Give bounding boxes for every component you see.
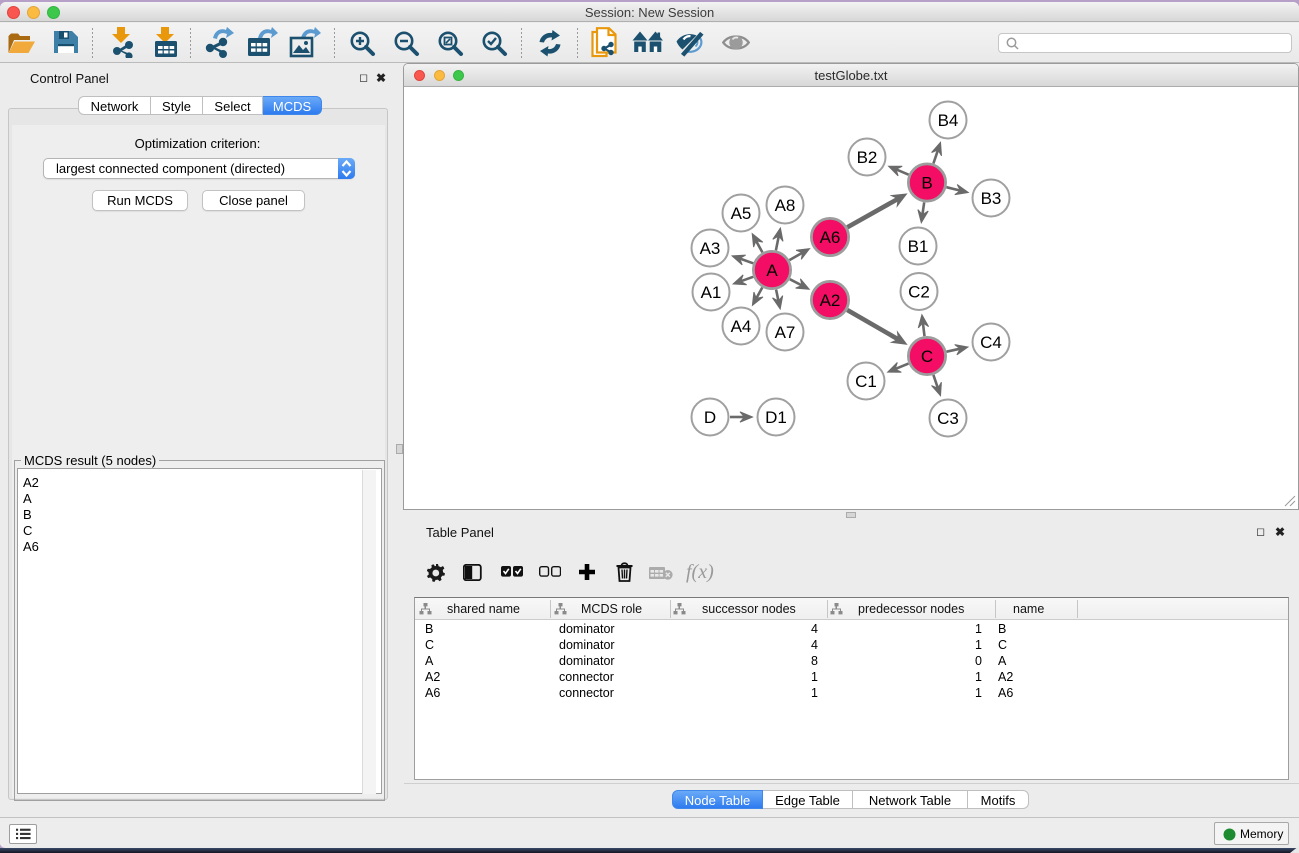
svg-text:B3: B3 [981, 189, 1002, 208]
svg-text:A7: A7 [775, 323, 796, 342]
svg-text:A2: A2 [820, 291, 841, 310]
svg-text:C4: C4 [980, 333, 1002, 352]
svg-text:C2: C2 [908, 283, 930, 302]
svg-text:D: D [704, 408, 716, 427]
svg-text:A6: A6 [820, 228, 841, 247]
svg-text:B4: B4 [938, 111, 959, 130]
svg-text:C1: C1 [855, 372, 877, 391]
svg-text:B: B [921, 174, 932, 193]
svg-text:A8: A8 [775, 196, 796, 215]
svg-text:A5: A5 [731, 204, 752, 223]
svg-text:A1: A1 [701, 283, 722, 302]
svg-text:C: C [921, 347, 933, 366]
svg-text:D1: D1 [765, 408, 787, 427]
svg-text:B1: B1 [908, 237, 929, 256]
svg-text:A3: A3 [700, 239, 721, 258]
svg-text:A: A [766, 261, 778, 280]
svg-text:B2: B2 [857, 148, 878, 167]
svg-text:C3: C3 [937, 409, 959, 428]
svg-text:A4: A4 [731, 317, 752, 336]
